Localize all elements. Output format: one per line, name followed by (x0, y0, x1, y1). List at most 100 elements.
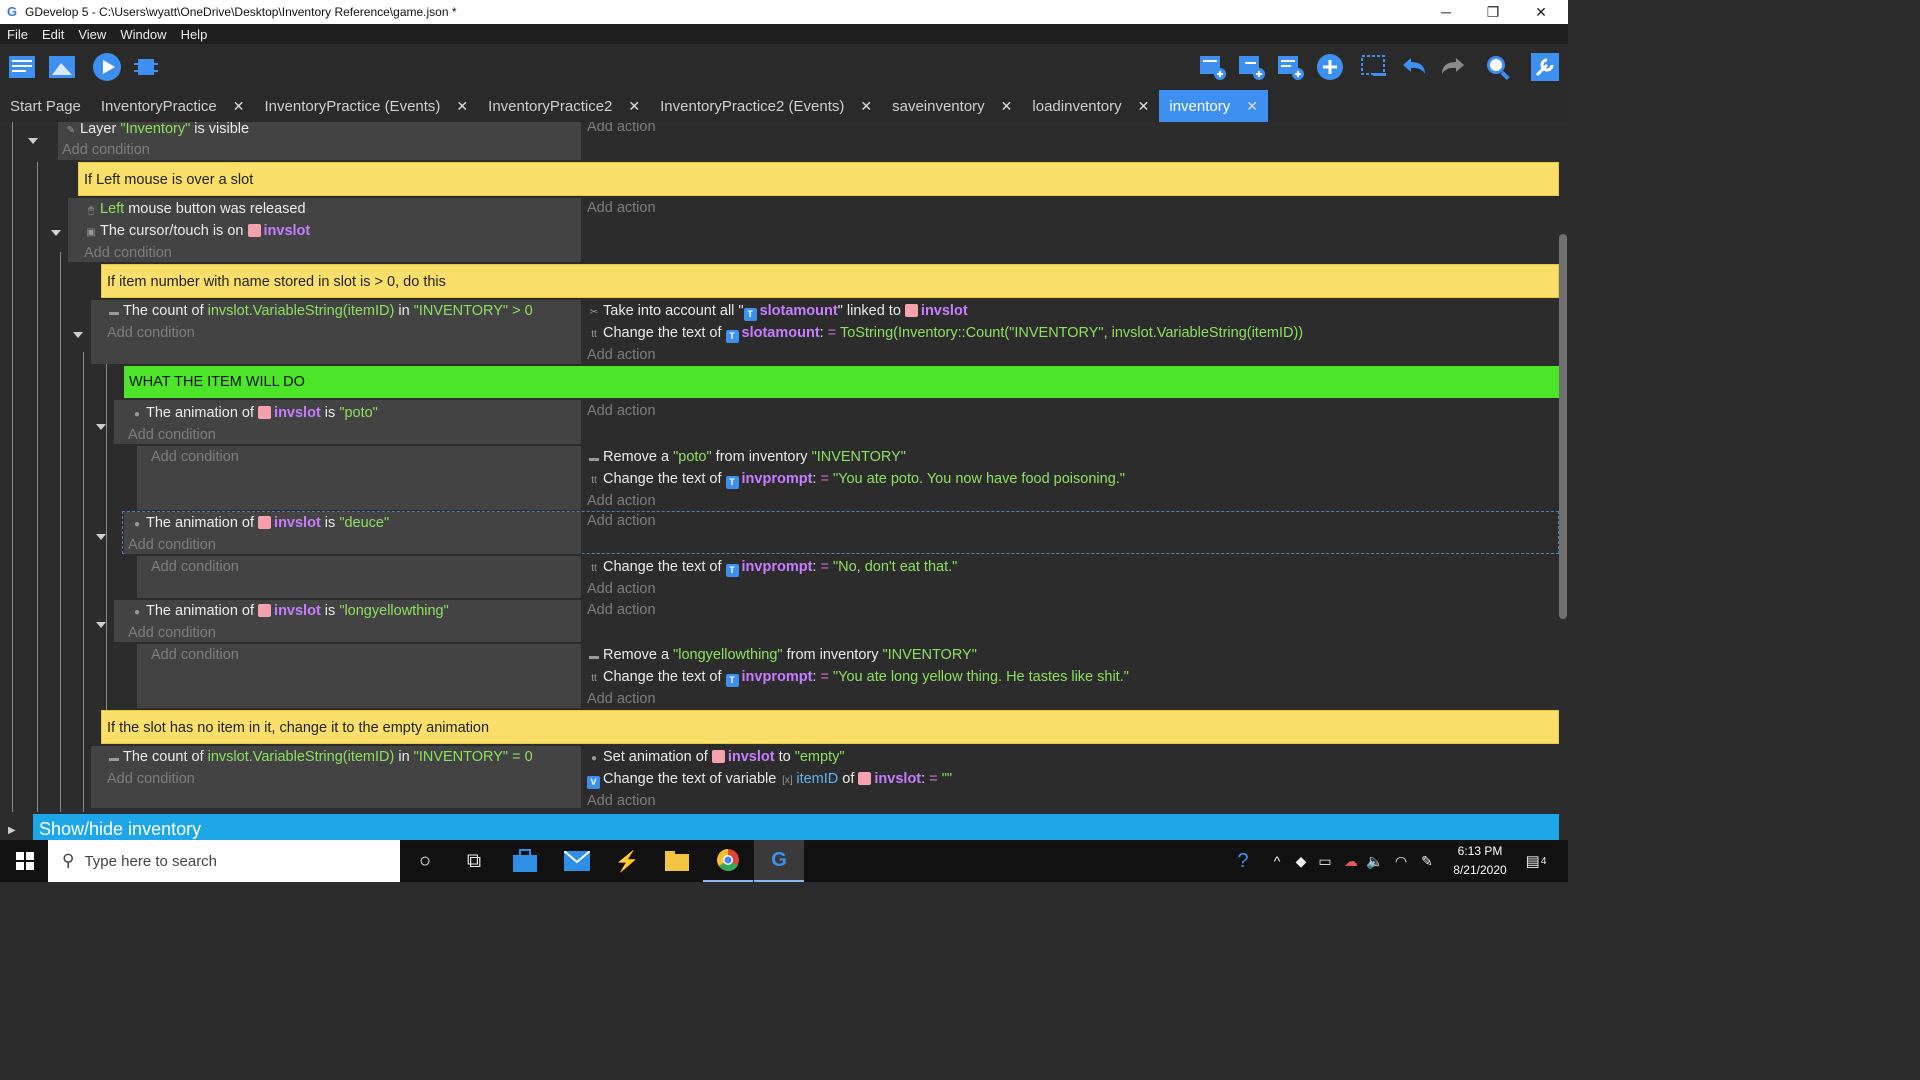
tab-inventorypractice2[interactable]: InventoryPractice2 ✕ (478, 90, 650, 122)
conditions-block[interactable]: Add condition (137, 644, 582, 708)
conditions-block[interactable]: ✎ Layer "Inventory" is visible Add condit… (58, 122, 582, 160)
comment-green[interactable]: WHAT THE ITEM WILL DO (124, 366, 1559, 398)
tab-saveinventory[interactable]: saveinventory ✕ (882, 90, 1022, 122)
help-icon[interactable]: ? (1228, 840, 1258, 882)
collapse-arrow-icon[interactable] (96, 424, 106, 430)
close-tab-icon[interactable]: ✕ (1138, 98, 1150, 115)
action-change-variable[interactable]: V Change the text of variable [x] itemID o… (587, 768, 952, 792)
dropbox-icon[interactable]: ◆ (1288, 840, 1314, 882)
condition-animation-deuce[interactable]: ● The animation of invslot is "deuce" (130, 512, 389, 536)
add-action[interactable]: Add action (587, 197, 656, 219)
mail-icon[interactable] (552, 840, 602, 882)
add-action[interactable]: Add action (587, 490, 656, 512)
search-icon[interactable] (1482, 51, 1514, 83)
conditions-block[interactable]: ▬ The count of invslot.VariableString(ite… (91, 746, 582, 808)
project-manager-icon[interactable] (6, 51, 38, 83)
redo-icon[interactable] (1437, 51, 1469, 83)
conditions-block[interactable]: 🖱 Left mouse button was released ▣ The cur… (68, 198, 582, 262)
conditions-block[interactable]: ● The animation of invslot is "longyellow… (114, 600, 582, 642)
close-tab-icon[interactable]: ✕ (456, 98, 468, 115)
visual-studio-icon[interactable]: ⚡ (602, 840, 652, 882)
tab-inventory[interactable]: inventory ✕ (1159, 90, 1268, 122)
condition-count-zero[interactable]: ▬ The count of invslot.VariableString(ite… (107, 746, 533, 770)
add-condition[interactable]: Add condition (62, 139, 150, 161)
condition-mouse-released[interactable]: 🖱 Left mouse button was released (84, 198, 306, 222)
settings-wrench-icon[interactable] (1529, 51, 1561, 83)
add-other-icon[interactable] (1314, 51, 1346, 83)
preview-play-icon[interactable] (91, 51, 123, 83)
close-tab-icon[interactable]: ✕ (233, 98, 245, 115)
add-condition[interactable]: Add condition (107, 768, 195, 790)
tab-start-page[interactable]: Start Page (0, 90, 91, 122)
comment[interactable]: If Left mouse is over a slot (78, 162, 1559, 196)
add-action[interactable]: Add action (587, 688, 656, 710)
pen-icon[interactable]: ✎ (1414, 840, 1440, 882)
condition-animation-long[interactable]: ● The animation of invslot is "longyellow… (130, 600, 449, 624)
add-condition[interactable]: Add condition (128, 622, 216, 644)
menu-view[interactable]: View (71, 27, 113, 42)
add-action[interactable]: Add action (587, 510, 656, 532)
close-tab-icon[interactable]: ✕ (628, 98, 640, 115)
condition-animation-poto[interactable]: ● The animation of invslot is "poto" (130, 402, 378, 426)
action-change-text[interactable]: tt Change the text of Tslotamount: = ToSt… (587, 322, 1303, 346)
action-remove-long[interactable]: ▬ Remove a "longyellowthing" from invento… (587, 644, 977, 668)
add-condition[interactable]: Add condition (84, 242, 172, 264)
conditions-block[interactable]: ● The animation of invslot is "deuce" Add… (124, 512, 582, 554)
add-condition[interactable]: Add condition (128, 534, 216, 556)
store-icon[interactable] (500, 840, 550, 882)
comment[interactable]: If item number with name stored in slot … (101, 264, 1559, 298)
battery-icon[interactable]: ▭ (1312, 840, 1338, 882)
expand-arrow-icon[interactable]: ▶ (8, 825, 16, 836)
add-condition[interactable]: Add condition (151, 644, 239, 666)
comment[interactable]: If the slot has no item in it, change it… (101, 710, 1559, 744)
maximize-button[interactable]: ❐ (1470, 0, 1516, 24)
scene-icon[interactable] (46, 51, 78, 83)
add-condition[interactable]: Add condition (107, 322, 195, 344)
condition-count[interactable]: ▬ The count of invslot.VariableString(ite… (107, 300, 533, 324)
action-change-text[interactable]: tt Change the text of Tinvprompt: = "You … (587, 666, 1129, 690)
tab-inventorypractice[interactable]: InventoryPractice ✕ (91, 90, 255, 122)
conditions-block[interactable]: Add condition (137, 556, 582, 598)
cortana-icon[interactable]: ○ (400, 840, 450, 882)
close-button[interactable]: ✕ (1518, 0, 1564, 24)
menu-edit[interactable]: Edit (35, 27, 71, 42)
action-set-animation[interactable]: ● Set animation of invslot to "empty" (587, 746, 845, 770)
conditions-block[interactable]: ▬ The count of invslot.VariableString(ite… (91, 300, 582, 364)
condition-cursor-on[interactable]: ▣ The cursor/touch is on invslot (84, 220, 310, 244)
delete-selection-icon[interactable] (1358, 51, 1390, 83)
add-action[interactable]: Add action (587, 599, 656, 621)
wifi-icon[interactable]: ◠ (1388, 840, 1414, 882)
onedrive-error-icon[interactable]: ☁ (1338, 840, 1364, 882)
windows-start-icon[interactable] (0, 840, 50, 882)
add-action[interactable]: Add action (587, 790, 656, 812)
tab-inventorypractice-events[interactable]: InventoryPractice (Events) ✕ (255, 90, 479, 122)
menu-help[interactable]: Help (174, 27, 215, 42)
collapse-arrow-icon[interactable] (96, 534, 106, 540)
add-action[interactable]: Add action (587, 344, 656, 366)
add-condition[interactable]: Add condition (151, 556, 239, 578)
action-change-text[interactable]: tt Change the text of Tinvprompt: = "You … (587, 468, 1125, 492)
event-group[interactable]: Show/hide inventory (33, 814, 1559, 840)
collapse-arrow-icon[interactable] (73, 332, 83, 338)
add-subevent-icon[interactable] (1235, 51, 1267, 83)
gdevelop-taskbar-icon[interactable]: G (754, 840, 804, 882)
clock[interactable]: 6:13 PM 8/21/2020 (1440, 842, 1520, 880)
tab-inventorypractice2-events[interactable]: InventoryPractice2 (Events) ✕ (650, 90, 882, 122)
action-take-into-account[interactable]: ✂ Take into account all " Tslotamount" lin… (587, 300, 968, 324)
volume-icon[interactable]: 🔈 (1362, 840, 1388, 882)
task-view-icon[interactable]: ⧉ (449, 840, 499, 882)
action-change-text[interactable]: tt Change the text of Tinvprompt: = "No, … (587, 556, 957, 580)
close-tab-icon[interactable]: ✕ (860, 98, 872, 115)
close-tab-icon[interactable]: ✕ (1001, 98, 1013, 115)
conditions-block[interactable]: Add condition (137, 446, 582, 510)
tab-loadinventory[interactable]: loadinventory ✕ (1022, 90, 1159, 122)
file-explorer-icon[interactable] (652, 840, 702, 882)
action-remove-poto[interactable]: ▬ Remove a "poto" from inventory "INVENTO… (587, 446, 906, 470)
notification-icon[interactable]: ▤ 4 (1516, 840, 1556, 882)
debugger-icon[interactable] (130, 51, 162, 83)
close-tab-icon[interactable]: ✕ (1246, 98, 1258, 115)
collapse-arrow-icon[interactable] (28, 138, 38, 144)
conditions-block[interactable]: ● The animation of invslot is "poto" Add … (114, 400, 582, 444)
add-condition[interactable]: Add condition (128, 424, 216, 446)
undo-icon[interactable] (1398, 51, 1430, 83)
